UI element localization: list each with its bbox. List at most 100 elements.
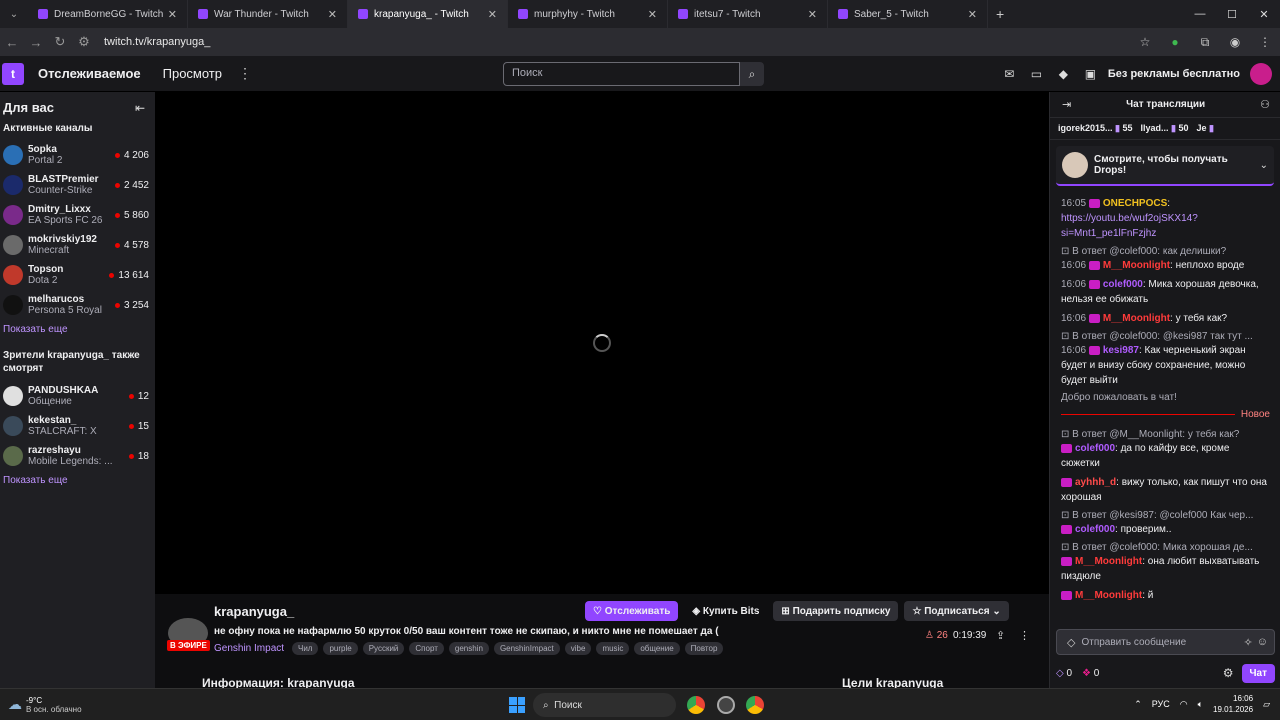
twitch-logo-icon[interactable]: t: [2, 62, 24, 85]
reply-context[interactable]: ⊡ В ответ @colef000: как делишки?: [1061, 245, 1270, 258]
language-indicator[interactable]: РУС: [1152, 699, 1170, 709]
send-chat-button[interactable]: Чат: [1241, 663, 1275, 683]
minimize-icon[interactable]: —: [1184, 0, 1216, 28]
collapse-chat-icon[interactable]: ⇥: [1062, 98, 1071, 111]
gifter[interactable]: igorek2015... ▮ 55: [1058, 123, 1133, 134]
streamer-name[interactable]: krapanyuga_: [214, 604, 294, 619]
nav-following[interactable]: Отслеживаемое: [38, 66, 141, 81]
drops-banner[interactable]: Смотрите, чтобы получать Drops! ⌄: [1056, 146, 1274, 186]
sidebar-channel[interactable]: Topson Dota 2 13 614: [0, 260, 155, 290]
whispers-icon[interactable]: ▭: [1023, 67, 1050, 81]
gifter[interactable]: Je ▮: [1197, 123, 1214, 134]
stream-tag[interactable]: общение: [634, 642, 680, 655]
emote-picker-icon[interactable]: ✧: [1244, 636, 1253, 649]
ad-free-button[interactable]: Без рекламы бесплатно: [1108, 68, 1240, 80]
subscribe-button[interactable]: ☆ Подписаться ⌄: [904, 601, 1009, 621]
emoji-icon[interactable]: ☺: [1257, 636, 1268, 648]
sidebar-channel[interactable]: PANDUSHKAA Общение 12: [0, 381, 155, 411]
stream-tag[interactable]: GenshinImpact: [493, 642, 560, 655]
video-player[interactable]: [155, 92, 1049, 594]
chat-username[interactable]: colef000: [1075, 443, 1115, 454]
chat-username[interactable]: ayhhh_d: [1075, 477, 1116, 488]
tab-list-chevron-icon[interactable]: ⌄: [0, 9, 28, 20]
chat-input[interactable]: ◇ Отправить сообщение ✧ ☺: [1056, 629, 1275, 655]
chat-username[interactable]: M__Moonlight: [1103, 313, 1170, 324]
chat-username[interactable]: M__Moonlight: [1075, 556, 1142, 567]
chrome-icon[interactable]: [687, 696, 705, 714]
gift-sub-button[interactable]: ⊞ Подарить подписку: [773, 601, 899, 621]
wifi-icon[interactable]: ◠: [1180, 699, 1188, 710]
sidebar-channel[interactable]: razreshayu Mobile Legends: ... 18: [0, 441, 155, 471]
channel-points[interactable]: ◇ 0: [1056, 668, 1072, 679]
reload-icon[interactable]: ↻: [48, 34, 72, 50]
chat-username[interactable]: ONECHPOCS: [1103, 198, 1167, 209]
browser-tab[interactable]: murphyhy - Twitch ✕: [508, 0, 668, 28]
url-field[interactable]: twitch.tv/krapanyuga_: [104, 36, 1130, 48]
maximize-icon[interactable]: ☐: [1216, 0, 1248, 28]
stream-tag[interactable]: music: [596, 642, 630, 655]
chat-username[interactable]: colef000: [1075, 524, 1115, 535]
community-icon[interactable]: ⚇: [1260, 98, 1270, 111]
chevron-down-icon[interactable]: ⌄: [1260, 160, 1268, 171]
share-icon[interactable]: ⇪: [996, 629, 1005, 642]
drops-points[interactable]: ❖ 0: [1082, 668, 1099, 679]
chat-username[interactable]: kesi987: [1103, 345, 1139, 356]
buy-bits-button[interactable]: ◈ Купить Bits: [684, 601, 767, 621]
chrome-icon-2[interactable]: [746, 696, 764, 714]
inbox-icon[interactable]: ✉: [996, 67, 1023, 81]
search-icon[interactable]: ⌕: [740, 62, 764, 86]
profile-icon[interactable]: ◉: [1220, 35, 1250, 49]
site-info-icon[interactable]: ⚙: [72, 34, 96, 50]
volume-icon[interactable]: 🔈︎: [1198, 699, 1203, 710]
browser-tab[interactable]: itetsu7 - Twitch ✕: [668, 0, 828, 28]
steam-icon[interactable]: [717, 696, 735, 714]
forward-icon[interactable]: →: [24, 35, 48, 50]
tray-overflow-icon[interactable]: ⌃: [1134, 699, 1142, 710]
show-more-link[interactable]: Показать еще: [0, 320, 155, 345]
chat-username[interactable]: colef000: [1103, 279, 1143, 290]
sidebar-channel[interactable]: mokrivskiy192 Minecraft 4 578: [0, 230, 155, 260]
close-tab-icon[interactable]: ✕: [808, 8, 817, 21]
stream-tag[interactable]: purple: [323, 642, 358, 655]
clock[interactable]: 16:06 19.01.2026: [1213, 693, 1253, 715]
collapse-sidebar-icon[interactable]: ⇤: [135, 101, 145, 115]
search-input[interactable]: Поиск: [503, 62, 740, 86]
close-tab-icon[interactable]: ✕: [648, 8, 657, 21]
reply-context[interactable]: ⊡ В ответ @colef000: Мика хорошая де...: [1061, 541, 1270, 554]
sidebar-channel[interactable]: BLASTPremier Counter-Strike 2 452: [0, 170, 155, 200]
close-tab-icon[interactable]: ✕: [968, 8, 977, 21]
stream-category[interactable]: Genshin Impact: [214, 643, 284, 654]
stream-tag[interactable]: Чил: [292, 642, 319, 655]
more-options-icon[interactable]: ⋮: [1019, 629, 1030, 642]
windows-start-icon[interactable]: [509, 697, 525, 713]
message-link[interactable]: https://youtu.be/wuf2ojSKX14?si=Mnt1_pe1…: [1061, 213, 1198, 239]
taskbar-search[interactable]: ⌕ Поиск: [533, 693, 676, 717]
chat-username[interactable]: M__Moonlight: [1075, 590, 1142, 601]
reply-context[interactable]: ⊡ В ответ @colef000: @kesi987 так тут ..…: [1061, 330, 1270, 343]
weather-widget[interactable]: ☁ -9°C В осн. облачно: [8, 696, 82, 714]
bookmark-star-icon[interactable]: ☆: [1130, 35, 1160, 49]
new-tab-icon[interactable]: +: [996, 6, 1016, 22]
gifter[interactable]: Ilyad... ▮ 50: [1141, 123, 1189, 134]
sidebar-channel[interactable]: melharucos Persona 5 Royal 3 254: [0, 290, 155, 320]
stream-tag[interactable]: Спорт: [409, 642, 444, 655]
close-tab-icon[interactable]: ✕: [168, 8, 177, 21]
crown-icon[interactable]: ◆: [1050, 67, 1077, 81]
show-more-link-2[interactable]: Показать еще: [0, 471, 155, 496]
stream-tag[interactable]: vibe: [564, 642, 592, 655]
browser-menu-icon[interactable]: ⋮: [1250, 35, 1280, 49]
follow-button[interactable]: ♡ Отслеживать: [585, 601, 679, 621]
chat-username[interactable]: M__Moonlight: [1103, 260, 1170, 271]
close-tab-icon[interactable]: ✕: [488, 8, 497, 21]
extension-icon[interactable]: ●: [1160, 35, 1190, 49]
sidebar-channel[interactable]: Dmitry_Lixxx EA Sports FC 26 5 860: [0, 200, 155, 230]
browser-tab[interactable]: War Thunder - Twitch ✕: [188, 0, 348, 28]
more-menu-icon[interactable]: ⋮: [238, 65, 252, 82]
nav-browse[interactable]: Просмотр: [163, 66, 222, 81]
browser-tab[interactable]: Saber_5 - Twitch ✕: [828, 0, 988, 28]
stream-tag[interactable]: Повтор: [684, 642, 724, 655]
notifications-icon[interactable]: ▱: [1263, 699, 1270, 710]
close-window-icon[interactable]: ✕: [1248, 0, 1280, 28]
stream-tag[interactable]: genshin: [448, 642, 489, 655]
extensions-puzzle-icon[interactable]: ⧉: [1190, 35, 1220, 50]
